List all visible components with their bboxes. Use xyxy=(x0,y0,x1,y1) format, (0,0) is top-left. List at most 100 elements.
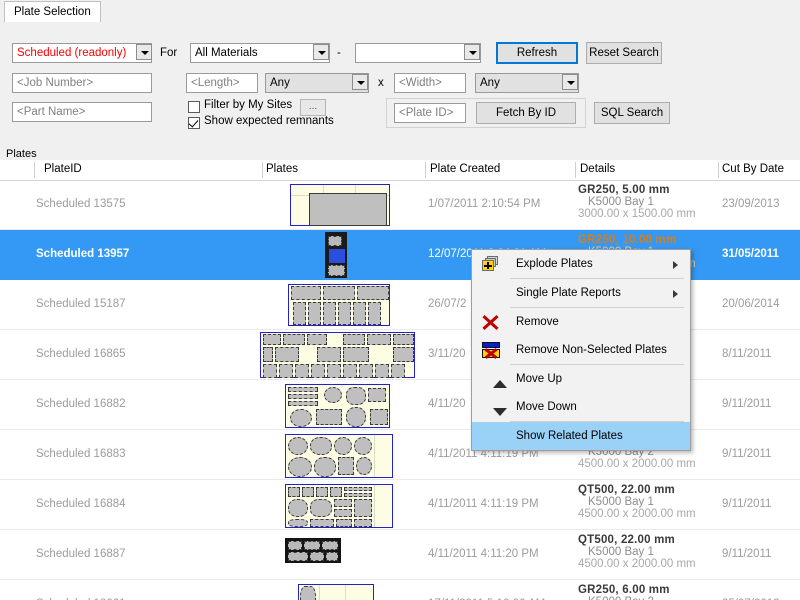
tab-strip: Plate Selection xyxy=(0,0,800,23)
detail-grade: QT500, 22.00 mm xyxy=(578,484,675,496)
grid-header: PlateID Plates Plate Created Details Cut… xyxy=(0,160,800,181)
menu-item-remove-non-selected-plates[interactable]: Remove Non-Selected Plates xyxy=(472,336,690,364)
status-combo-arrow-icon[interactable] xyxy=(136,44,152,60)
cell-details: GR250, 6.00 mm K5000 Bay 2 xyxy=(578,584,670,600)
cell-cutbydate: 8/11/2011 xyxy=(722,348,772,360)
grid-caption: Plates xyxy=(6,148,37,160)
table-row[interactable]: Scheduled 13575 1/07/2011 2:10:54 PM GR2… xyxy=(0,180,800,230)
part-name-input[interactable]: <Part Name> xyxy=(12,102,152,122)
cell-plateid: Scheduled 16882 xyxy=(36,398,126,410)
menu-item-label: Move Down xyxy=(516,401,577,413)
refresh-button[interactable]: Refresh xyxy=(496,42,578,64)
detail-bay: K5000 Bay 1 xyxy=(588,196,654,208)
cell-cutbydate: 31/05/2011 xyxy=(722,248,779,260)
menu-item-move-down[interactable]: Move Down xyxy=(472,393,690,421)
explode-plates-icon xyxy=(482,256,500,272)
times-label: x xyxy=(378,77,384,89)
remove-non-selected-icon xyxy=(482,342,500,359)
cell-cutbydate: 23/09/2013 xyxy=(722,198,780,210)
submenu-arrow-icon xyxy=(673,261,678,269)
detail-bay: K5000 Bay 1 xyxy=(588,496,654,508)
dash-label: - xyxy=(337,47,341,59)
grade-combo-arrow-icon[interactable] xyxy=(464,44,480,60)
column-header-created[interactable]: Plate Created xyxy=(430,163,500,175)
column-header-details[interactable]: Details xyxy=(580,163,615,175)
for-label: For xyxy=(160,47,178,59)
detail-size: 4500.00 x 2000.00 mm xyxy=(578,558,696,570)
cell-cutbydate: 20/06/2014 xyxy=(722,298,780,310)
material-combo-value[interactable]: All Materials xyxy=(190,43,330,63)
menu-item-label: Show Related Plates xyxy=(516,430,623,442)
column-header-plateid[interactable]: PlateID xyxy=(44,163,82,175)
show-expected-remnants-label: Show expected remnants xyxy=(204,115,334,127)
status-combo-value[interactable]: Scheduled (readonly) xyxy=(12,43,152,63)
detail-size: 3000.00 x 1500.00 mm xyxy=(578,208,696,220)
show-expected-remnants-checkbox[interactable] xyxy=(188,117,200,129)
red-x-icon xyxy=(482,314,500,330)
sites-ellipsis-button[interactable]: ... xyxy=(300,99,326,116)
plate-selection-window: Plate Selection Scheduled (readonly) For… xyxy=(0,0,800,600)
cell-created: 4/11/2011 4:11:19 PM xyxy=(428,498,539,510)
cell-cutbydate: 9/11/2011 xyxy=(722,398,772,410)
width-operator-arrow-icon[interactable] xyxy=(562,74,578,90)
length-input[interactable]: <Length> xyxy=(186,73,258,93)
cell-details: QT500, 22.00 mm K5000 Bay 1 4500.00 x 20… xyxy=(578,534,696,570)
table-row[interactable]: Scheduled 18061 17/11/2011 5:10:06 AM GR… xyxy=(0,580,800,600)
plate-id-input[interactable]: <Plate ID> xyxy=(394,103,466,123)
submenu-arrow-icon xyxy=(673,290,678,298)
menu-item-move-up[interactable]: Move Up xyxy=(472,365,690,393)
menu-item-remove[interactable]: Remove xyxy=(472,308,690,336)
cell-cutbydate: 9/11/2011 xyxy=(722,448,772,460)
length-operator-arrow-icon[interactable] xyxy=(352,74,368,90)
cell-cutbydate: 9/11/2011 xyxy=(722,498,772,510)
detail-grade: GR250, 10.00 mm xyxy=(578,234,677,246)
job-number-input[interactable]: <Job Number> xyxy=(12,73,152,93)
detail-size: 4500.00 x 2000.00 mm xyxy=(578,508,696,520)
detail-bay: K5000 Bay 2 xyxy=(578,596,670,600)
search-panel: Scheduled (readonly) For All Materials -… xyxy=(0,22,800,148)
cell-plateid: Scheduled 16865 xyxy=(36,348,126,360)
column-header-plates[interactable]: Plates xyxy=(266,163,298,175)
context-menu: Explode Plates Single Plate Reports Remo… xyxy=(471,249,691,451)
detail-grade: QT500, 22.00 mm xyxy=(578,534,675,546)
detail-size: 4500.00 x 2000.00 mm xyxy=(578,458,696,470)
width-input[interactable]: <Width> xyxy=(394,73,466,93)
cell-created: 4/11/20 xyxy=(428,398,466,410)
reset-search-button[interactable]: Reset Search xyxy=(586,42,662,64)
menu-item-explode-plates[interactable]: Explode Plates xyxy=(472,250,690,278)
cell-plateid: Scheduled 16884 xyxy=(36,498,126,510)
menu-item-label: Remove Non-Selected Plates xyxy=(516,344,667,356)
detail-grade: GR250, 6.00 mm xyxy=(578,584,670,596)
sql-search-button[interactable]: SQL Search xyxy=(594,102,670,124)
tab-plate-selection[interactable]: Plate Selection xyxy=(4,1,101,23)
detail-grade: GR250, 5.00 mm xyxy=(578,184,670,196)
cell-details: GR250, 5.00 mm K5000 Bay 1 3000.00 x 150… xyxy=(578,184,696,220)
material-combo-arrow-icon[interactable] xyxy=(313,44,329,60)
cell-cutbydate: 9/11/2011 xyxy=(722,548,772,560)
table-row[interactable]: Scheduled 16887 4/11/2011 4:11:20 PM QT5… xyxy=(0,530,800,580)
triangle-up-icon xyxy=(482,371,507,388)
cell-created: 4/11/2011 4:11:20 PM xyxy=(428,548,539,560)
grade-combo-value[interactable] xyxy=(355,43,481,63)
cell-created: 1/07/2011 2:10:54 PM xyxy=(428,198,541,210)
column-header-cutbydate[interactable]: Cut By Date xyxy=(722,163,784,175)
cell-plateid: Scheduled 16883 xyxy=(36,448,126,460)
cell-created: 3/11/20 xyxy=(428,348,466,360)
table-row[interactable]: Scheduled 16884 4/11/2011 4:11:19 PM QT5… xyxy=(0,480,800,530)
menu-item-label: Remove xyxy=(516,316,559,328)
cell-plateid: Scheduled 13575 xyxy=(36,198,126,210)
menu-item-label: Move Up xyxy=(516,373,563,385)
menu-item-label: Single Plate Reports xyxy=(516,287,621,299)
menu-item-show-related-plates[interactable]: Show Related Plates xyxy=(472,422,690,450)
detail-bay: K5000 Bay 1 xyxy=(588,546,654,558)
triangle-down-icon xyxy=(482,399,507,416)
fetch-by-id-button[interactable]: Fetch By ID xyxy=(476,102,576,124)
cell-created: 26/07/2 xyxy=(428,298,467,310)
filter-by-my-sites-label: Filter by My Sites xyxy=(204,99,293,111)
cell-details: QT500, 22.00 mm K5000 Bay 1 4500.00 x 20… xyxy=(578,484,696,520)
filter-by-my-sites-checkbox[interactable] xyxy=(188,101,200,113)
cell-plateid: Scheduled 15187 xyxy=(36,298,126,310)
cell-plateid: Scheduled 16887 xyxy=(36,548,126,560)
menu-item-single-plate-reports[interactable]: Single Plate Reports xyxy=(472,279,690,307)
menu-item-label: Explode Plates xyxy=(516,258,593,270)
